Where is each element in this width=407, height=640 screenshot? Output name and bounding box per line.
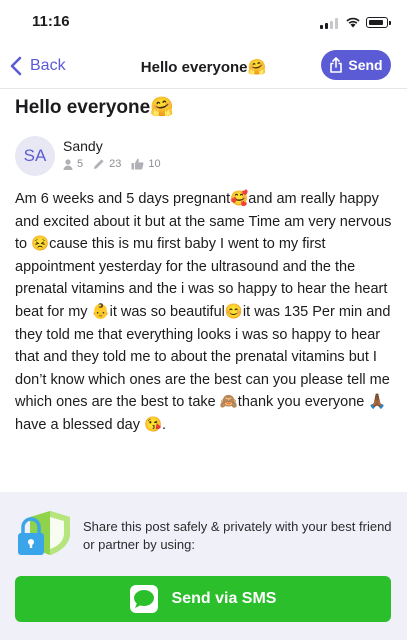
send-label: Send	[348, 57, 383, 73]
signal-icon	[320, 18, 340, 29]
author-info: SA Sandy 5 23 10	[15, 136, 395, 176]
share-section: Share this post safely & privately with …	[0, 492, 407, 640]
status-bar: 11:16	[0, 0, 407, 44]
thumbs-up-icon	[131, 158, 144, 170]
secure-share-icon	[18, 511, 70, 555]
wifi-icon	[346, 17, 360, 28]
messages-icon	[129, 585, 158, 613]
author-name[interactable]: Sandy	[63, 138, 103, 154]
followers-count: 5	[77, 158, 84, 170]
chevron-left-icon	[10, 56, 22, 76]
back-label: Back	[30, 57, 66, 74]
user-icon	[63, 158, 73, 170]
share-description: Share this post safely & privately with …	[83, 519, 392, 552]
likes-count: 10	[148, 158, 161, 170]
sms-label: Send via SMS	[171, 590, 277, 607]
send-via-sms-button[interactable]: Send via SMS	[15, 576, 391, 622]
status-time: 11:16	[32, 13, 70, 30]
stat-posts: 23	[93, 158, 121, 170]
back-button[interactable]: Back	[10, 52, 66, 80]
nav-bar: Back Hello everyone🤗 Send	[0, 44, 407, 89]
posts-count: 23	[109, 158, 122, 170]
send-button[interactable]: Send	[321, 50, 391, 80]
stat-followers: 5	[63, 158, 83, 170]
post-title: Hello everyone🤗	[15, 97, 174, 118]
pencil-icon	[94, 159, 104, 169]
author-stats: 5 23 10	[63, 158, 171, 170]
battery-icon	[366, 17, 391, 28]
post-body: Am 6 weeks and 5 days pregnant🥰and am re…	[15, 191, 392, 433]
share-icon	[330, 57, 343, 73]
stat-likes: 10	[131, 158, 161, 170]
avatar[interactable]: SA	[15, 136, 55, 176]
